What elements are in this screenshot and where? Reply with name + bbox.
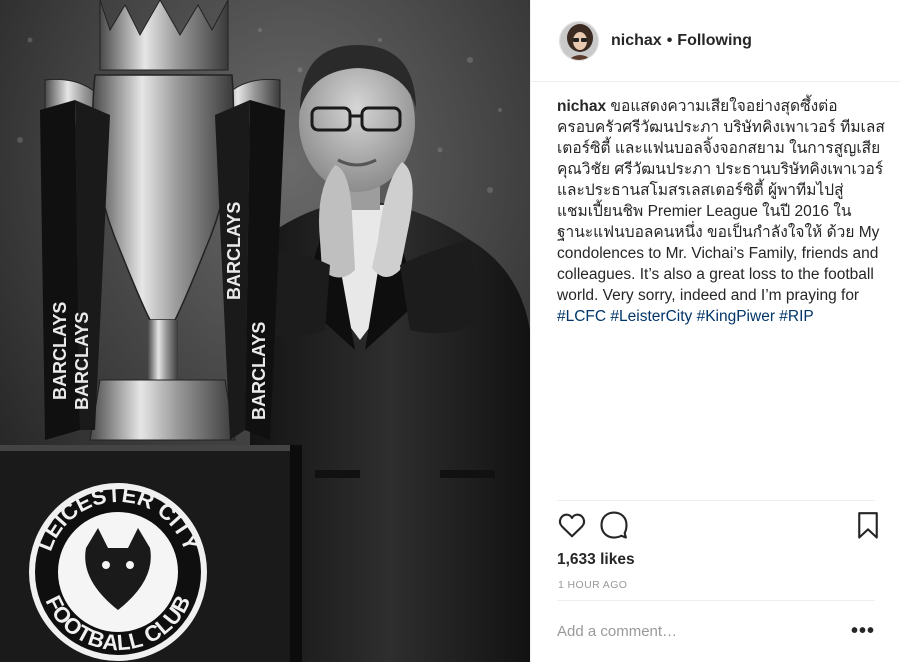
trophy-podium: LEICESTER CITY FOOTBALL CLUB: [0, 445, 302, 662]
ribbon-text-3: BARCLAYS: [224, 202, 244, 300]
comment-divider: [557, 600, 875, 601]
post-actions: [557, 510, 887, 546]
more-options-button[interactable]: •••: [851, 621, 875, 641]
actions-divider: [557, 500, 875, 501]
post-timestamp[interactable]: 1 HOUR AGO: [558, 579, 627, 591]
bookmark-icon[interactable]: [853, 510, 883, 545]
follow-status-button[interactable]: Following: [677, 32, 752, 50]
hashtag-link[interactable]: #LeisterCity: [610, 308, 692, 325]
caption-username[interactable]: nichax: [557, 98, 606, 115]
ribbon-text-2: BARCLAYS: [72, 312, 92, 410]
post-side-panel: nichax • Following nichax ขอแสดงความเสีย…: [530, 0, 900, 662]
instagram-post: BARCLAYS BARCLAYS BARCLAYS BARCLAYS LEIC…: [0, 0, 900, 662]
post-photo[interactable]: BARCLAYS BARCLAYS BARCLAYS BARCLAYS LEIC…: [0, 0, 530, 662]
post-header: nichax • Following: [531, 0, 900, 82]
header-username[interactable]: nichax: [611, 32, 662, 50]
comment-row: •••: [557, 614, 887, 648]
ribbon-text-1: BARCLAYS: [50, 302, 70, 400]
post-photo-illustration: BARCLAYS BARCLAYS BARCLAYS BARCLAYS LEIC…: [0, 0, 530, 662]
heart-icon[interactable]: [557, 510, 587, 545]
profile-avatar-icon[interactable]: [559, 20, 599, 61]
comment-input[interactable]: [557, 622, 837, 640]
caption-text: ขอแสดงความเสียใจอย่างสุดซึ้งต่อครอบครัวศ…: [557, 98, 885, 304]
hashtag-link[interactable]: #KingPiwer: [697, 308, 775, 325]
post-caption: nichax ขอแสดงความเสียใจอย่างสุดซึ้งต่อคร…: [557, 96, 887, 327]
hashtag-link[interactable]: #RIP: [779, 308, 813, 325]
comment-bubble-icon[interactable]: [599, 510, 629, 545]
header-text: nichax • Following: [611, 32, 752, 50]
ribbon-text-4: BARCLAYS: [249, 322, 269, 420]
header-separator: •: [666, 31, 673, 49]
likes-count[interactable]: 1,633 likes: [557, 551, 635, 569]
hashtag-link[interactable]: #LCFC: [557, 308, 606, 325]
